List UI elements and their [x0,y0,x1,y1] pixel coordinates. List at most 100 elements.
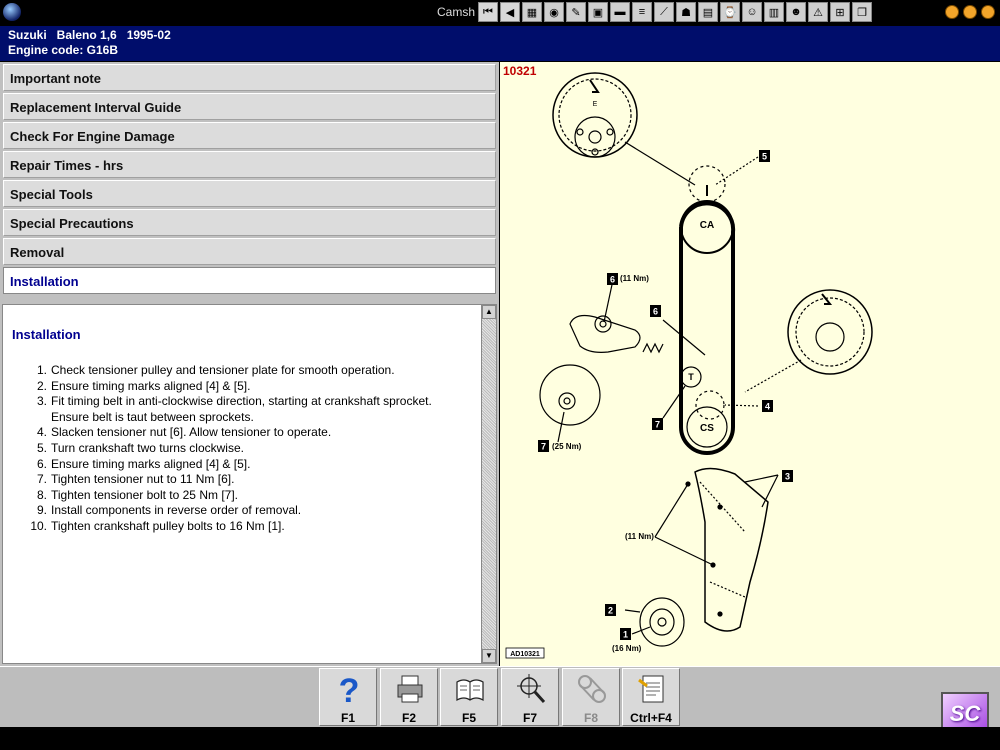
torque-cover-label: (11 Nm) [625,532,654,541]
step-number: 10. [30,518,47,533]
title-bar: Camsh ⏮ ◀ ▦ ◉ ✎ ▣ ▬ ≡ ⟋ ☗ ▤ ⌚ ☺ ▥ ☻ ⚠ ⊞ … [0,0,1000,26]
chart-icon[interactable]: ▦ [522,2,542,22]
ctrl-f4-close-button[interactable]: Ctrl+F4 [622,668,680,726]
step-text: Ensure timing marks aligned [4] & [5]. [51,456,251,471]
copy-icon[interactable]: ❐ [852,2,872,22]
maximize-button[interactable] [963,5,977,19]
timer-icon[interactable]: ⌚ [720,2,740,22]
gauge-icon[interactable]: ≡ [632,2,652,22]
instructions-panel: Installation 1. Check tensioner pulley an… [2,304,482,664]
f2-print-button[interactable]: F2 [380,668,438,726]
callout-7-bolt: 7 [541,442,546,452]
clipboard-icon [638,675,664,703]
step-item: 5. Turn crankshaft two turns clockwise. [23,441,432,457]
step-text: Tighten tensioner bolt to 25 Nm [7]. [51,487,238,502]
menu-item-installation[interactable]: Installation [3,267,496,294]
step-text: Check tensioner pulley and tensioner pla… [51,363,395,377]
step-item: 4. Slacken tensioner nut [6]. Allow tensi… [23,425,432,441]
close-button[interactable] [981,5,995,19]
steps-list: 1. Check tensioner pulley and tensioner p… [23,363,432,535]
previous-icon[interactable]: ◀ [500,2,520,22]
battery-icon[interactable]: ▬ [610,2,630,22]
svg-text:?: ? [339,672,360,706]
step-item: 9. Install components in reverse order of… [23,503,432,519]
step-item: 8. Tighten tensioner bolt to 25 Nm [7]. [23,488,432,504]
callout-5: 5 [762,152,767,162]
diagram-pane: 10321 CA CS T E 5 4 6 6 7 7 3 2 1 (11 Nm… [500,62,1000,666]
function-key-bar: ? F1 F2 F5 F7 F8 Ctrl+F4 [0,666,1000,727]
step-number: 4. [36,425,47,440]
step-number: 8. [36,487,47,502]
person-icon[interactable]: ☻ [786,2,806,22]
scroll-down-button[interactable]: ▼ [482,649,496,663]
step-text: Ensure timing marks aligned [4] & [5]. [51,378,251,393]
engine-code: Engine code: G16B [8,43,119,57]
callout-6-nut: 6 [610,275,615,285]
f8-label: F8 [583,711,598,725]
step-text: Fit timing belt in anti-clockwise direct… [51,394,432,409]
torque-bolt-label: (25 Nm) [552,442,582,451]
step-item: 3. Fit timing belt in anti-clockwise dire… [23,394,432,410]
menu-item-repair-times[interactable]: Repair Times - hrs [3,151,496,178]
callout-3: 3 [785,472,790,482]
toolbar: ⏮ ◀ ▦ ◉ ✎ ▣ ▬ ≡ ⟋ ☗ ▤ ⌚ ☺ ▥ ☻ ⚠ ⊞ ❐ [478,2,872,22]
step-number: 3. [36,394,47,409]
step-text: Tighten tensioner nut to 11 Nm [6]. [51,472,235,487]
step-item: Ensure belt is taut between sprockets. [23,410,432,426]
status-bar [0,727,1000,750]
step-text: Slacken tensioner nut [6]. Allow tension… [51,425,332,440]
callout-2: 2 [608,606,613,616]
step-item: 2. Ensure timing marks aligned [4] & [5]. [23,379,432,395]
menu-item-check-engine-damage[interactable]: Check For Engine Damage [3,122,496,149]
engine-icon[interactable]: ☗ [676,2,696,22]
step-item: 10. Tighten crankshaft pulley bolts to 16… [23,519,432,535]
tensioner-label: T [688,372,694,382]
warning-icon[interactable]: ⚠ [808,2,828,22]
instructions-heading: Installation [12,327,81,342]
menu-item-special-tools[interactable]: Special Tools [3,180,496,207]
f2-label: F2 [401,711,416,725]
first-page-icon[interactable]: ⏮ [478,2,498,22]
network-icon[interactable]: ⊞ [830,2,850,22]
globe-icon[interactable]: ◉ [544,2,564,22]
e-mark-label: E [593,101,598,108]
calculator-icon[interactable]: ▥ [764,2,784,22]
menu-item-replacement-interval[interactable]: Replacement Interval Guide [3,93,496,120]
minimize-button[interactable] [945,5,959,19]
f7-label: F7 [522,711,537,725]
scroll-up-button[interactable]: ▲ [482,305,496,319]
vehicle-model: Suzuki Baleno 1,6 1995-02 [8,28,171,42]
step-text: Tighten crankshaft pulley bolts to 16 Nm… [51,518,285,533]
step-number: 1. [36,363,47,377]
step-text: Install components in reverse order of r… [51,503,302,518]
f1-help-button[interactable]: ? F1 [319,668,377,726]
wrench-icon[interactable]: ⟋ [654,2,674,22]
f8-belt-button[interactable]: F8 [562,668,620,726]
callout-4: 4 [765,402,770,412]
step-number: 6. [36,456,47,471]
callout-7: 7 [655,420,660,430]
callout-6: 6 [653,307,658,317]
timing-belt-diagram: CA CS T E 5 4 6 6 7 7 3 2 1 (11 Nm) (25 [505,72,873,659]
tools-icon[interactable]: ✎ [566,2,586,22]
instructions-scrollbar[interactable]: ▲ ▼ [481,304,497,664]
diagram-ref: AD10321 [510,651,540,658]
step-number: 5. [36,440,47,455]
face-icon[interactable]: ☺ [742,2,762,22]
step-text: Turn crankshaft two turns clockwise. [51,440,244,455]
f7-crosshair-button[interactable]: F7 [501,668,559,726]
app-icon[interactable] [3,3,21,21]
f1-label: F1 [340,711,355,725]
menu-item-removal[interactable]: Removal [3,238,496,265]
step-number: 7. [36,472,47,487]
tag-icon[interactable]: ▣ [588,2,608,22]
help-icon: ? [339,672,360,706]
step-number [23,410,51,426]
step-item: 6. Ensure timing marks aligned [4] & [5]. [23,457,432,473]
document-icon[interactable]: ▤ [698,2,718,22]
camshaft-label: CA [700,220,714,231]
window-title: Camsh [437,5,476,19]
menu-item-special-precautions[interactable]: Special Precautions [3,209,496,236]
f5-book-button[interactable]: F5 [440,668,498,726]
menu-item-important-note[interactable]: Important note [3,64,496,91]
